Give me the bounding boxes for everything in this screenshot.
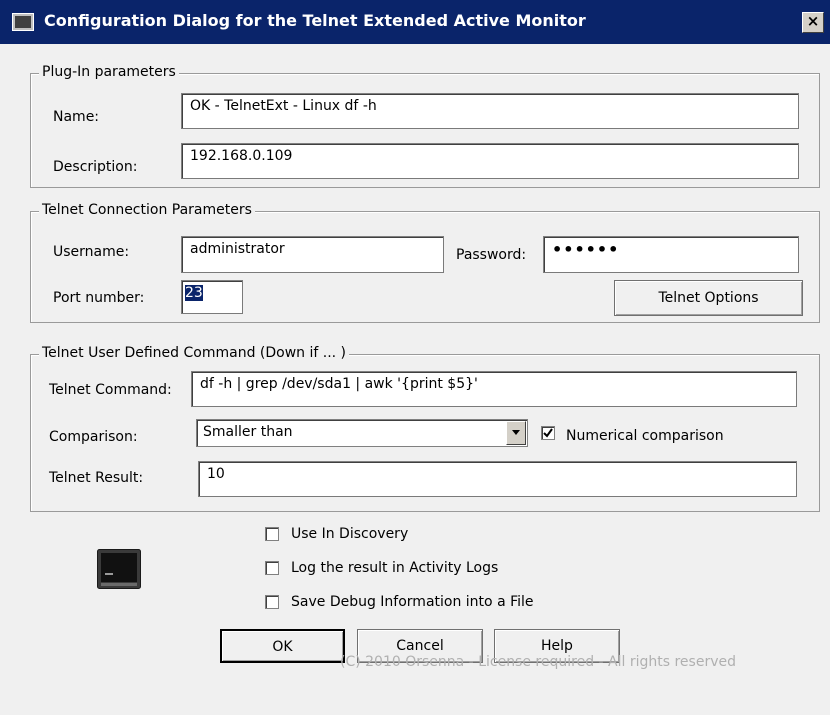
- telnet-result-value: 10: [207, 466, 225, 482]
- telnet-command-value: df -h | grep /dev/sda1 | awk '{print $5}…: [200, 376, 478, 392]
- ok-label: OK: [272, 639, 293, 655]
- port-label: Port number:: [53, 290, 145, 306]
- plugin-parameters-group: Plug-In parameters Name: OK - TelnetExt …: [30, 64, 820, 188]
- comparison-select[interactable]: Smaller than: [196, 419, 528, 447]
- comparison-value: Smaller than: [203, 424, 293, 440]
- name-field[interactable]: OK - TelnetExt - Linux df -h: [181, 93, 799, 129]
- chevron-down-icon: [512, 430, 520, 435]
- help-label: Help: [541, 638, 573, 654]
- config-dialog: Configuration Dialog for the Telnet Exte…: [0, 0, 830, 715]
- terminal-app-icon: [12, 13, 34, 31]
- close-button[interactable]: ×: [802, 12, 824, 33]
- name-value: OK - TelnetExt - Linux df -h: [190, 98, 377, 114]
- connection-parameters-legend: Telnet Connection Parameters: [39, 202, 255, 218]
- password-label: Password:: [456, 247, 527, 263]
- telnet-result-field[interactable]: 10: [198, 461, 797, 497]
- telnet-options-button[interactable]: Telnet Options: [614, 280, 803, 316]
- password-field[interactable]: ••••••: [543, 236, 799, 273]
- log-result-label: Log the result in Activity Logs: [291, 560, 499, 576]
- name-label: Name:: [53, 109, 100, 125]
- save-debug-checkbox[interactable]: [265, 595, 279, 609]
- telnet-command-field[interactable]: df -h | grep /dev/sda1 | awk '{print $5}…: [191, 371, 797, 407]
- terminal-monitor-icon: [97, 549, 141, 589]
- connection-parameters-group: Telnet Connection Parameters Username: a…: [30, 202, 820, 323]
- plugin-parameters-legend: Plug-In parameters: [39, 64, 179, 80]
- password-value: ••••••: [552, 240, 620, 259]
- use-in-discovery-checkbox[interactable]: [265, 527, 279, 541]
- window-title: Configuration Dialog for the Telnet Exte…: [44, 11, 586, 30]
- ok-button[interactable]: OK: [220, 629, 345, 663]
- telnet-command-label: Telnet Command:: [49, 382, 172, 398]
- checkmark-icon: [543, 428, 553, 438]
- description-field[interactable]: 192.168.0.109: [181, 143, 799, 179]
- comparison-label: Comparison:: [49, 429, 138, 445]
- title-bar[interactable]: Configuration Dialog for the Telnet Exte…: [0, 0, 830, 44]
- numerical-comparison-label: Numerical comparison: [566, 428, 724, 444]
- save-debug-label: Save Debug Information into a File: [291, 594, 534, 610]
- command-group: Telnet User Defined Command (Down if ...…: [30, 345, 820, 512]
- description-label: Description:: [53, 159, 138, 175]
- use-in-discovery-label: Use In Discovery: [291, 526, 409, 542]
- port-value: 23: [185, 285, 203, 301]
- description-value: 192.168.0.109: [190, 148, 293, 164]
- username-label: Username:: [53, 244, 130, 260]
- port-field[interactable]: 23: [181, 280, 243, 314]
- telnet-options-label: Telnet Options: [658, 290, 759, 306]
- username-field[interactable]: administrator: [181, 236, 444, 273]
- username-value: administrator: [190, 241, 285, 257]
- telnet-result-label: Telnet Result:: [49, 470, 144, 486]
- command-legend: Telnet User Defined Command (Down if ...…: [39, 345, 350, 361]
- close-icon: ×: [806, 12, 820, 30]
- copyright-footer: (C) 2010 Orsenna - License required - Al…: [340, 654, 736, 670]
- numerical-comparison-checkbox[interactable]: [541, 426, 555, 440]
- log-result-checkbox[interactable]: [265, 561, 279, 575]
- dropdown-button[interactable]: [506, 421, 526, 445]
- cancel-label: Cancel: [396, 638, 444, 654]
